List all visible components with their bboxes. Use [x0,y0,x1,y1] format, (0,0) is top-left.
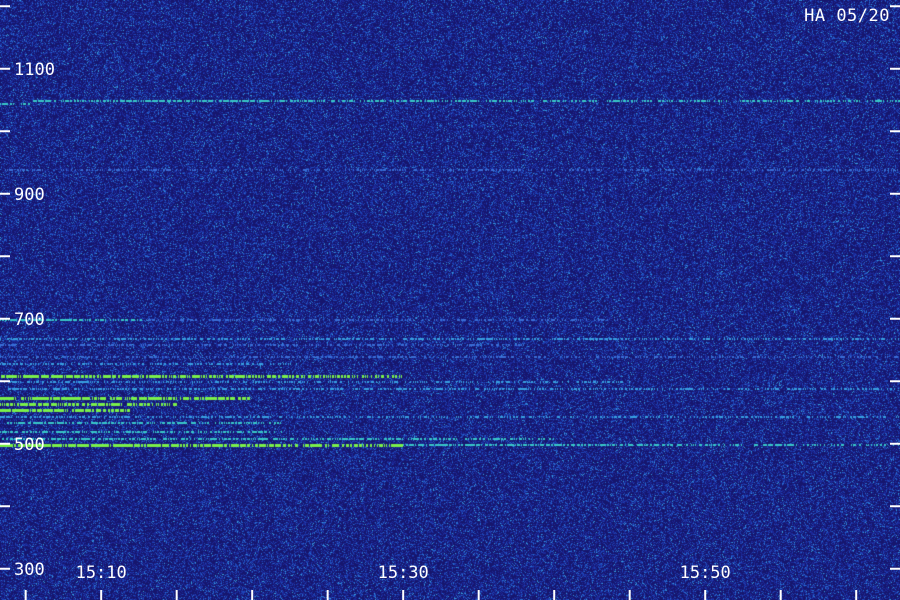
x-tick-label: 15:10 [76,563,127,583]
chart-axes-overlay: 300 500 700 900 1100 15:10 15:30 15:50 [0,5,900,600]
station-label: HA 05/20 [804,6,890,26]
y-axis-ticks: 300 500 700 900 1100 [0,5,900,580]
x-tick-label: 15:50 [680,563,731,583]
y-tick-label: 500 [14,435,45,455]
y-tick-label: 1100 [14,60,55,80]
y-tick-label: 300 [14,560,45,580]
y-tick-label: 900 [14,185,45,205]
x-tick-label: 15:30 [378,563,429,583]
y-tick-label: 700 [14,310,45,330]
x-axis-ticks: 15:10 15:30 15:50 [24,563,858,600]
